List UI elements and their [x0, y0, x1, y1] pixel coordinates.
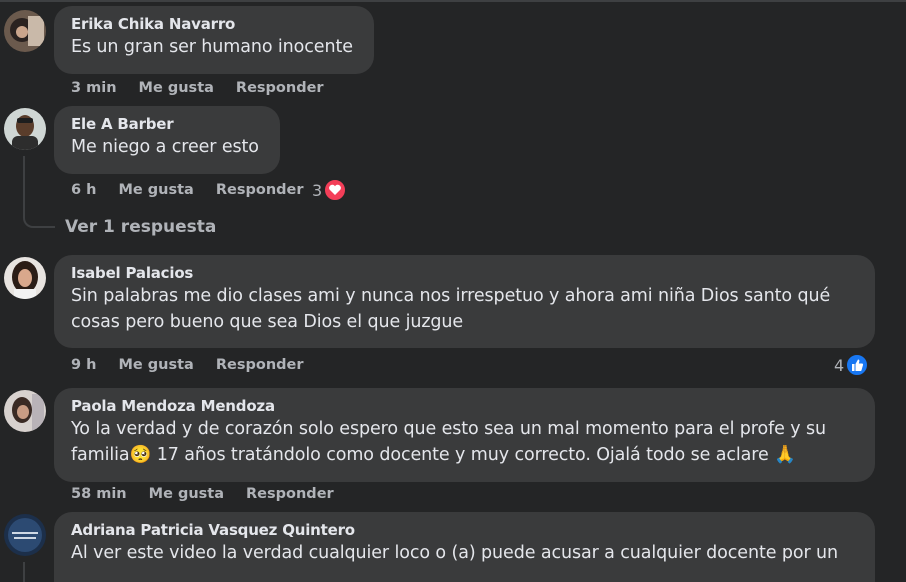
reaction-count: 3 [312, 180, 323, 200]
like-button[interactable]: Me gusta [139, 80, 214, 96]
comment-bubble: Isabel Palacios Sin palabras me dio clas… [54, 255, 875, 348]
reply-button[interactable]: Responder [216, 357, 304, 373]
comment-author[interactable]: Isabel Palacios [71, 263, 859, 283]
comment-actions: 3 min Me gusta Responder [71, 80, 346, 96]
like-button[interactable]: Me gusta [118, 357, 193, 373]
comment-author[interactable]: Paola Mendoza Mendoza [71, 396, 859, 416]
comment-actions: 9 h Me gusta Responder [71, 357, 326, 373]
comment-time[interactable]: 3 min [71, 80, 117, 96]
like-button[interactable]: Me gusta [149, 486, 224, 502]
comment-author[interactable]: Erika Chika Navarro [71, 14, 358, 34]
comment-text-line: familia🥺 17 años tratándolo como docente… [71, 445, 796, 465]
comment-text-line: Al ver este video la verdad cualquier lo… [71, 543, 838, 563]
avatar[interactable] [4, 514, 46, 556]
comment-actions: 58 min Me gusta Responder [71, 486, 356, 502]
comment-time[interactable]: 9 h [71, 357, 96, 373]
comment-time[interactable]: 58 min [71, 486, 127, 502]
thread-line [23, 562, 25, 582]
comment-bubble: Ele A Barber Me niego a creer esto [54, 106, 280, 174]
reaction-summary[interactable]: 4 [834, 353, 870, 377]
reply-button[interactable]: Responder [246, 486, 334, 502]
comment-text-line: cosas pero bueno que sea Dios el que juz… [71, 312, 464, 332]
view-replies-link[interactable]: Ver 1 respuesta [65, 217, 216, 237]
comments-panel: Erika Chika Navarro Es un gran ser human… [0, 0, 906, 582]
reply-button[interactable]: Responder [236, 80, 324, 96]
reaction-count: 4 [834, 355, 845, 375]
comment-time[interactable]: 6 h [71, 182, 96, 198]
comment-actions: 6 h Me gusta Responder [71, 182, 326, 198]
like-icon [845, 353, 870, 377]
comment-text: Es un gran ser humano inocente [71, 37, 353, 57]
top-divider [0, 0, 906, 2]
like-button[interactable]: Me gusta [118, 182, 193, 198]
comment-author[interactable]: Ele A Barber [71, 114, 264, 134]
comment-text: Me niego a creer esto [71, 137, 259, 157]
reaction-summary[interactable]: 3 [312, 178, 348, 202]
thread-connector [23, 208, 55, 228]
comment-author[interactable]: Adriana Patricia Vasquez Quintero [71, 520, 859, 540]
avatar[interactable] [4, 257, 46, 299]
love-icon [323, 178, 348, 202]
avatar[interactable] [4, 390, 46, 432]
avatar[interactable] [4, 10, 46, 52]
avatar[interactable] [4, 108, 46, 150]
comment-bubble: Erika Chika Navarro Es un gran ser human… [54, 6, 374, 74]
reply-button[interactable]: Responder [216, 182, 304, 198]
comment-bubble: Paola Mendoza Mendoza Yo la verdad y de … [54, 388, 875, 482]
comment-text-line: Yo la verdad y de corazón solo espero qu… [71, 419, 827, 439]
comment-text-line: Sin palabras me dio clases ami y nunca n… [71, 286, 831, 306]
comment-bubble: Adriana Patricia Vasquez Quintero Al ver… [54, 512, 875, 582]
